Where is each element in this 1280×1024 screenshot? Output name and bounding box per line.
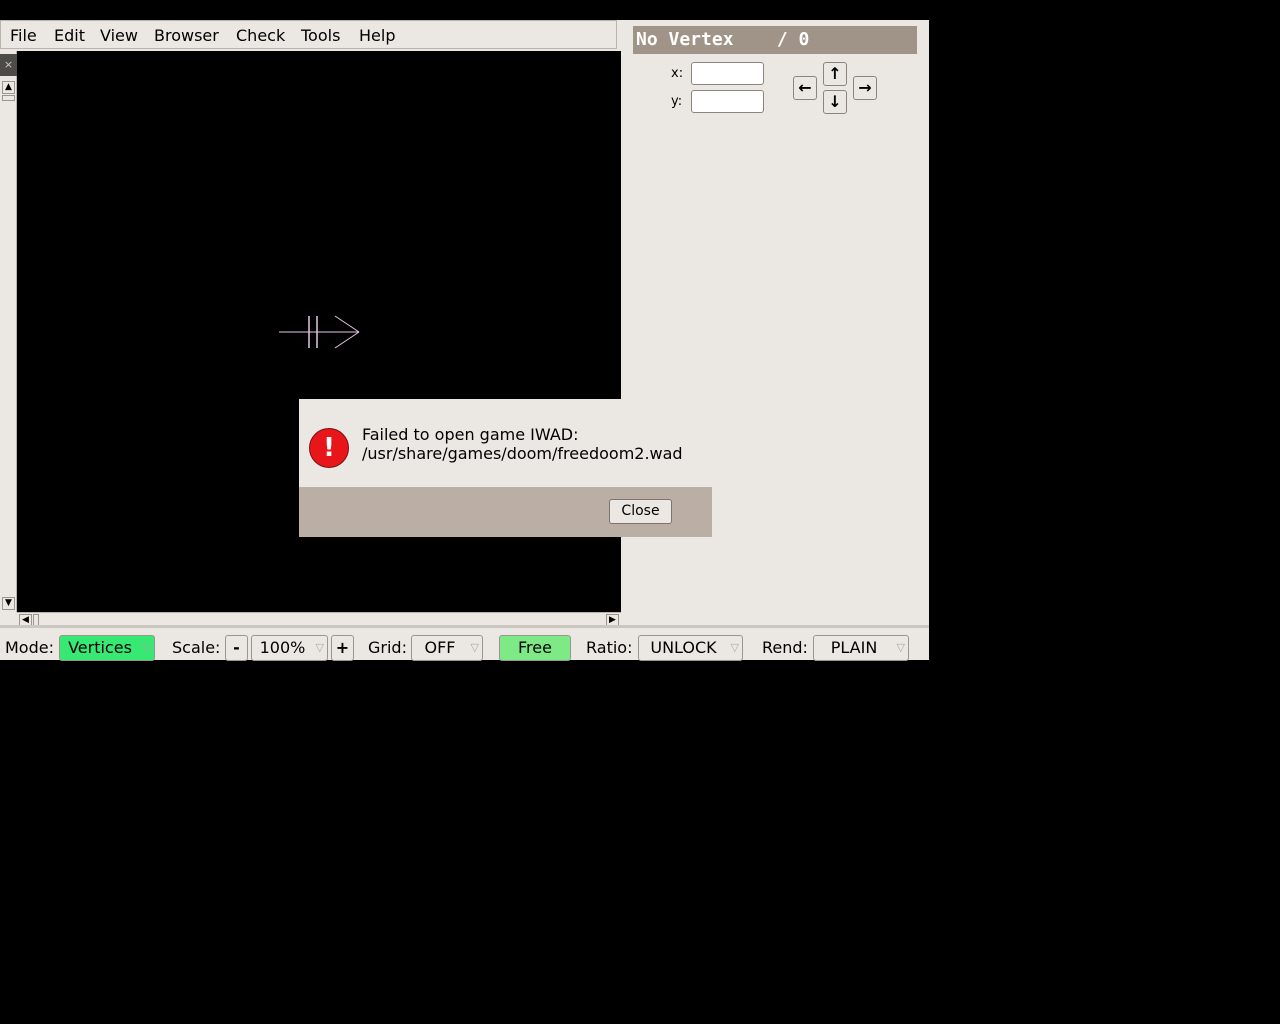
y-label: y: [671, 94, 683, 109]
error-message-line2: /usr/share/games/doom/freedoom2.wad [362, 444, 683, 463]
error-dialog: ! Failed to open game IWAD: /usr/share/g… [299, 399, 712, 537]
rend-value: PLAIN [830, 638, 878, 657]
x-label: x: [671, 66, 684, 81]
dropdown-triangle-icon: ▽ [315, 641, 324, 654]
dropdown-triangle-icon: ▽ [896, 641, 905, 654]
ratio-label: Ratio: [586, 638, 633, 657]
dropdown-triangle-icon: ▽ [142, 641, 151, 654]
arrow-up-icon: ↑ [828, 64, 842, 83]
grid-select[interactable]: OFF ▽ [411, 635, 483, 661]
scroll-down-button[interactable]: ▼ [2, 597, 15, 610]
vertex-header: No Vertex / 0 [633, 26, 917, 54]
x-input[interactable] [691, 62, 764, 85]
menu-view[interactable]: View [100, 26, 138, 45]
close-button[interactable]: Close [609, 499, 672, 524]
dropdown-triangle-icon: ▽ [470, 641, 479, 654]
scroll-up-button[interactable]: ▲ [2, 81, 15, 94]
rend-select[interactable]: PLAIN ▽ [813, 635, 909, 661]
arrow-down-icon: ↓ [828, 92, 842, 111]
editor-window: File Edit View Browser Check Tools Help … [0, 20, 929, 661]
error-message-line1: Failed to open game IWAD: [362, 425, 579, 444]
arrow-left-icon: ← [798, 78, 812, 97]
vertical-scrollbar[interactable]: ▲ ▼ [0, 51, 17, 612]
free-toggle[interactable]: Free [499, 635, 571, 661]
menu-browser[interactable]: Browser [154, 26, 219, 45]
menu-check[interactable]: Check [236, 26, 285, 45]
error-icon: ! [309, 428, 349, 468]
scale-select[interactable]: 100% ▽ [251, 635, 328, 661]
move-down-button[interactable]: ↓ [823, 90, 847, 114]
ratio-value: UNLOCK [650, 638, 717, 657]
grid-label: Grid: [368, 638, 407, 657]
menu-tools[interactable]: Tools [301, 26, 340, 45]
move-right-button[interactable]: → [853, 76, 877, 100]
ratio-select[interactable]: UNLOCK ▽ [638, 635, 743, 661]
mode-select[interactable]: Vertices ▽ [59, 635, 155, 661]
scale-minus-button[interactable]: - [225, 635, 248, 661]
player-start-icon [279, 315, 360, 349]
move-left-button[interactable]: ← [793, 76, 817, 100]
arrow-right-icon: → [858, 78, 872, 97]
collapse-icon[interactable]: × [0, 54, 17, 76]
mode-value: Vertices [68, 638, 132, 657]
menu-file[interactable]: File [10, 26, 37, 45]
scale-label: Scale: [172, 638, 221, 657]
dropdown-triangle-icon: ▽ [730, 641, 739, 654]
menu-edit[interactable]: Edit [54, 26, 85, 45]
mode-label: Mode: [5, 638, 54, 657]
scale-plus-button[interactable]: + [331, 635, 354, 661]
rend-label: Rend: [762, 638, 808, 657]
y-input[interactable] [691, 90, 764, 113]
scroll-thumb[interactable] [2, 95, 15, 101]
menu-bar: File Edit View Browser Check Tools Help [0, 20, 617, 49]
dialog-footer: Close [299, 487, 712, 537]
grid-value: OFF [424, 638, 456, 657]
scale-value: 100% [259, 638, 306, 657]
move-up-button[interactable]: ↑ [823, 62, 847, 86]
status-bar: Mode: Vertices ▽ Scale: - 100% ▽ + Grid:… [0, 625, 929, 661]
menu-help[interactable]: Help [359, 26, 395, 45]
